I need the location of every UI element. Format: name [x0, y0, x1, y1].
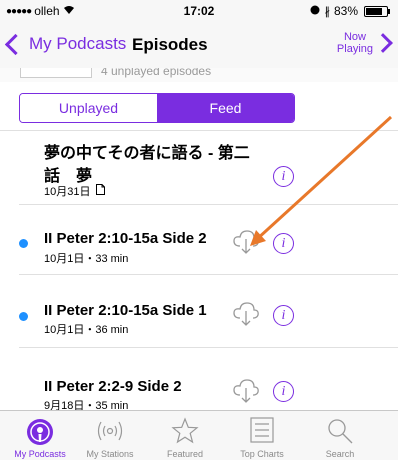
info-button[interactable]: i — [273, 305, 294, 326]
alarm-icon — [310, 4, 320, 18]
podcast-icon — [25, 417, 55, 452]
episode-title-line1: 夢の中てその者に語る - 第二 — [44, 145, 250, 162]
star-icon — [171, 417, 199, 450]
unplayed-dot-icon — [19, 239, 28, 248]
tab-top-charts[interactable]: Top Charts — [222, 411, 302, 460]
episode-meta: 10月31日 — [44, 183, 106, 199]
tab-search[interactable]: Search — [300, 411, 380, 460]
info-button[interactable]: i — [273, 233, 294, 254]
now-playing-line1: Now — [343, 31, 366, 43]
episode-meta: 10月1日・36 min — [44, 324, 129, 336]
episode-meta: 10月1日・33 min — [44, 253, 129, 265]
episode-title: II Peter 2:10-15a Side 1 — [44, 302, 207, 319]
status-right: ∦ 83% — [310, 4, 390, 18]
list-item[interactable]: II Peter 2:10-15a Side 2 10月1日・33 min i — [0, 205, 398, 273]
tab-label: Featured — [166, 449, 204, 459]
info-button[interactable]: i — [273, 381, 294, 402]
tab-label: Top Charts — [240, 449, 284, 459]
battery-percent: 83% — [333, 4, 358, 18]
chevron-left-icon — [4, 33, 27, 56]
stations-icon — [95, 417, 125, 450]
search-icon — [326, 417, 354, 450]
cloud-download-icon[interactable] — [232, 229, 260, 255]
episode-filter-segmented-control: Unplayed Feed — [19, 93, 295, 123]
page-title: Episodes — [132, 35, 208, 54]
podcast-header: 4 unplayed episodes — [0, 68, 398, 82]
info-button[interactable]: i — [273, 166, 294, 187]
tab-label: Search — [325, 449, 355, 459]
now-playing-button[interactable]: Now Playing — [337, 31, 393, 55]
tab-my-podcasts[interactable]: My Podcasts — [0, 411, 80, 460]
status-bar: ●●●●● olleh 17:02 ∦ 83% — [0, 0, 398, 22]
cloud-download-icon[interactable] — [232, 301, 260, 327]
navigation-bar: My Podcasts Episodes Now Playing — [0, 22, 398, 68]
tab-bar: My Podcasts My Stations Featured Top Cha… — [0, 410, 398, 460]
now-playing-label: Now Playing — [337, 31, 373, 55]
tab-label: My Stations — [86, 449, 134, 459]
episode-title: II Peter 2:2-9 Side 2 — [44, 378, 182, 395]
episode-title: II Peter 2:10-15a Side 2 — [44, 230, 207, 247]
tab-featured[interactable]: Featured — [145, 411, 225, 460]
battery-icon — [364, 5, 390, 17]
tab-my-stations[interactable]: My Stations — [70, 411, 150, 460]
unplayed-count: 4 unplayed episodes — [101, 68, 212, 78]
episode-list[interactable]: 4 unplayed episodes Unplayed Feed 夢の中てその… — [0, 68, 398, 410]
list-item[interactable]: 夢の中てその者に語る - 第二 話 夢 10月31日 i — [0, 131, 398, 201]
cloud-download-icon[interactable] — [232, 378, 260, 404]
chevron-right-icon — [373, 33, 393, 53]
list-item[interactable]: II Peter 2:10-15a Side 1 10月1日・36 min i — [0, 275, 398, 345]
episode-meta: 9月18日・35 min — [44, 400, 129, 410]
podcast-artwork — [20, 68, 92, 78]
document-icon — [96, 184, 106, 198]
segment-unplayed[interactable]: Unplayed — [20, 94, 157, 122]
now-playing-line2: Playing — [336, 43, 373, 55]
back-button[interactable]: My Podcasts — [4, 33, 127, 56]
unplayed-dot-icon — [19, 312, 28, 321]
list-icon — [250, 417, 274, 448]
list-item[interactable]: II Peter 2:2-9 Side 2 9月18日・35 min i — [0, 348, 398, 410]
back-button-label: My Podcasts — [29, 34, 127, 53]
segment-feed[interactable]: Feed — [157, 94, 294, 122]
episode-date: 10月31日 — [44, 186, 91, 198]
bluetooth-icon: ∦ — [324, 5, 330, 18]
tab-label: My Podcasts — [14, 449, 66, 459]
